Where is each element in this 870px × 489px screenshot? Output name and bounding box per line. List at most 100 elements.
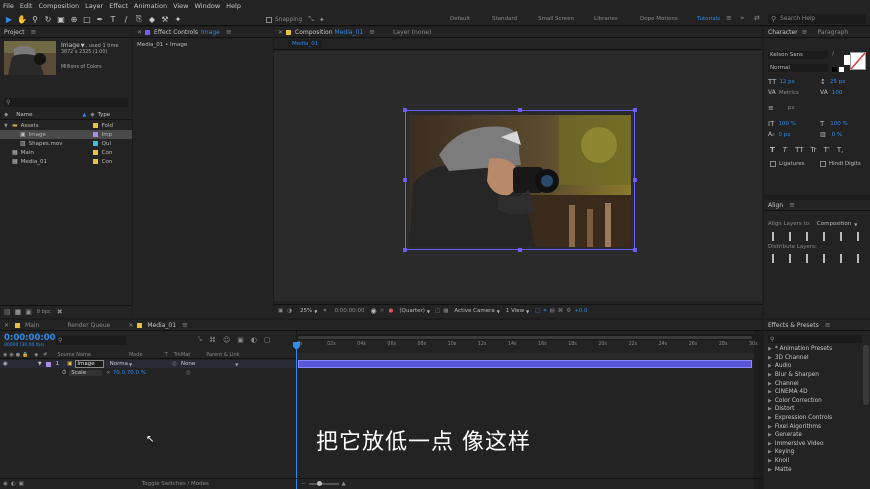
- leading-value[interactable]: 25 px: [830, 79, 846, 85]
- composition-name[interactable]: Media_01: [335, 29, 364, 36]
- composition-camera[interactable]: Active Camera: [454, 308, 494, 314]
- workspace-standard[interactable]: Standard: [492, 16, 517, 22]
- paragraph-tab[interactable]: Paragraph: [818, 29, 849, 36]
- property-value[interactable]: 70.0,70.0 %: [113, 370, 146, 376]
- panel-menu-icon[interactable]: ≡: [825, 321, 831, 329]
- expand-arrow-icon[interactable]: ▼: [38, 361, 42, 367]
- region-of-interest-icon[interactable]: ▢: [435, 308, 440, 314]
- parent-pickwhip-icon[interactable]: ◎: [172, 361, 177, 367]
- sort-ascending-icon[interactable]: ▲: [82, 112, 86, 118]
- hand-tool-icon[interactable]: ✋: [17, 14, 27, 24]
- effects-search-input[interactable]: ⚲: [768, 335, 862, 343]
- menu-window[interactable]: Window: [195, 2, 221, 10]
- column-type[interactable]: Type: [98, 112, 111, 118]
- timeline-scrollbar[interactable]: [754, 331, 762, 489]
- lock-icon[interactable]: [286, 29, 292, 35]
- work-area-range[interactable]: [298, 336, 752, 339]
- project-search-input[interactable]: ⚲: [4, 98, 128, 107]
- effects-category[interactable]: ▶ Matte: [764, 465, 862, 474]
- project-panel-title[interactable]: Project: [4, 29, 25, 36]
- zoom-in-icon[interactable]: ▲: [342, 481, 346, 487]
- label-color-swatch[interactable]: [92, 132, 98, 137]
- effects-category[interactable]: ▶ Audio: [764, 362, 862, 371]
- current-time-indicator[interactable]: [296, 350, 297, 489]
- frame-blending-icon[interactable]: ▣: [237, 336, 244, 344]
- expand-arrow-icon[interactable]: ▶: [768, 398, 772, 404]
- workspace-default[interactable]: Default: [450, 16, 470, 22]
- clone-tool-icon[interactable]: ⎘: [134, 14, 144, 24]
- workspace-menu-icon[interactable]: ≡: [726, 14, 732, 22]
- menu-file[interactable]: File: [3, 2, 14, 10]
- menu-animation[interactable]: Animation: [134, 2, 167, 10]
- expand-arrow-icon[interactable]: ▶: [768, 449, 772, 455]
- effects-category[interactable]: ▶ Fixel Algorithms: [764, 422, 862, 431]
- roto-tool-icon[interactable]: ⚒: [160, 14, 170, 24]
- effects-scrollbar[interactable]: [863, 345, 869, 405]
- align-vertical-center-icon[interactable]: [840, 232, 849, 241]
- effects-presets-title[interactable]: Effects & Presets: [768, 322, 819, 329]
- chevron-down-icon[interactable]: ▼: [81, 43, 85, 49]
- vertical-scale-value[interactable]: 100 %: [778, 121, 795, 127]
- transform-handle[interactable]: [633, 178, 637, 182]
- transform-handle[interactable]: [633, 248, 637, 252]
- snapshot-icon[interactable]: ◉: [371, 307, 377, 315]
- composition-views[interactable]: 1 View: [506, 308, 524, 314]
- panel-menu-icon[interactable]: ≡: [226, 28, 232, 36]
- composition-timecode[interactable]: 0:00:00:00: [334, 308, 364, 314]
- pan-behind-tool-icon[interactable]: ⊕: [69, 14, 79, 24]
- zoom-out-icon[interactable]: −: [301, 481, 306, 487]
- panel-menu-icon[interactable]: ≡: [182, 321, 188, 329]
- distribute-left-icon[interactable]: [823, 254, 832, 263]
- expand-arrow-icon[interactable]: ▶: [768, 432, 772, 438]
- menu-help[interactable]: Help: [226, 2, 241, 10]
- camera-tool-icon[interactable]: ▣: [56, 14, 66, 24]
- stroke-width-value[interactable]: px: [788, 105, 795, 111]
- menu-view[interactable]: View: [173, 2, 188, 10]
- distribute-vertical-center-icon[interactable]: [789, 254, 798, 263]
- composition-sub-tab[interactable]: Media_01: [288, 39, 323, 48]
- panel-menu-icon[interactable]: ≡: [31, 28, 37, 36]
- label-color-swatch[interactable]: [92, 150, 98, 155]
- timeline-property-row[interactable]: ⏱ Scale ∞ 70.0,70.0 % ◎: [0, 369, 296, 377]
- align-panel-title[interactable]: Align: [768, 202, 783, 209]
- rulers-icon[interactable]: ◑: [287, 308, 292, 314]
- horizontal-scale-value[interactable]: 100 %: [830, 121, 847, 127]
- chevron-down-icon[interactable]: ▼: [427, 309, 430, 314]
- puppet-tool-icon[interactable]: ✦: [173, 14, 183, 24]
- distribute-right-icon[interactable]: [857, 254, 866, 263]
- distribute-horizontal-center-icon[interactable]: [840, 254, 849, 263]
- label-color-swatch[interactable]: [92, 159, 98, 164]
- in-out-icon[interactable]: ▣: [19, 481, 24, 487]
- constrain-proportions-icon[interactable]: ∞: [106, 370, 111, 376]
- menu-effect[interactable]: Effect: [109, 2, 128, 10]
- layer-mode-dropdown[interactable]: Norma: [110, 361, 128, 367]
- project-item[interactable]: ▦ Main Con: [0, 148, 132, 157]
- black-swatch[interactable]: [832, 67, 837, 72]
- align-horizontal-center-icon[interactable]: [789, 232, 798, 241]
- layer-parent-dropdown[interactable]: None: [181, 361, 195, 367]
- type-tool-icon[interactable]: T: [108, 14, 118, 24]
- project-item[interactable]: ▦ Media_01 Con: [0, 157, 132, 166]
- layer-name[interactable]: Image: [75, 360, 104, 368]
- distribute-top-icon[interactable]: [772, 254, 781, 263]
- expand-arrow-icon[interactable]: ▶: [768, 415, 772, 421]
- label-column-header-icon[interactable]: ◆: [90, 112, 94, 118]
- pen-tool-icon[interactable]: ✒: [95, 14, 105, 24]
- chevron-down-icon[interactable]: ▼: [497, 309, 500, 314]
- transform-handle[interactable]: [518, 248, 522, 252]
- label-column-icon[interactable]: ◆: [4, 112, 8, 118]
- lock-icon[interactable]: [145, 29, 151, 35]
- chevron-down-icon[interactable]: ▼: [235, 362, 238, 367]
- snapping-checkbox[interactable]: [266, 16, 272, 23]
- fast-previews-icon[interactable]: ⌗: [543, 308, 546, 315]
- workspace-small-screen[interactable]: Small Screen: [538, 16, 574, 22]
- layer-bounding-box[interactable]: [405, 110, 635, 250]
- timeline-timecode[interactable]: 0:00:00:00: [4, 333, 56, 343]
- chevron-down-icon[interactable]: ▼: [526, 309, 529, 314]
- composition-zoom[interactable]: 25%: [300, 308, 312, 314]
- column-parent[interactable]: Parent & Link: [206, 352, 239, 358]
- rotate-tool-icon[interactable]: ↻: [43, 14, 53, 24]
- workspace-dope-motions[interactable]: Dope Motions: [640, 16, 678, 22]
- zoom-tool-icon[interactable]: ⚲: [30, 14, 40, 24]
- property-pickwhip-icon[interactable]: ◎: [186, 370, 191, 376]
